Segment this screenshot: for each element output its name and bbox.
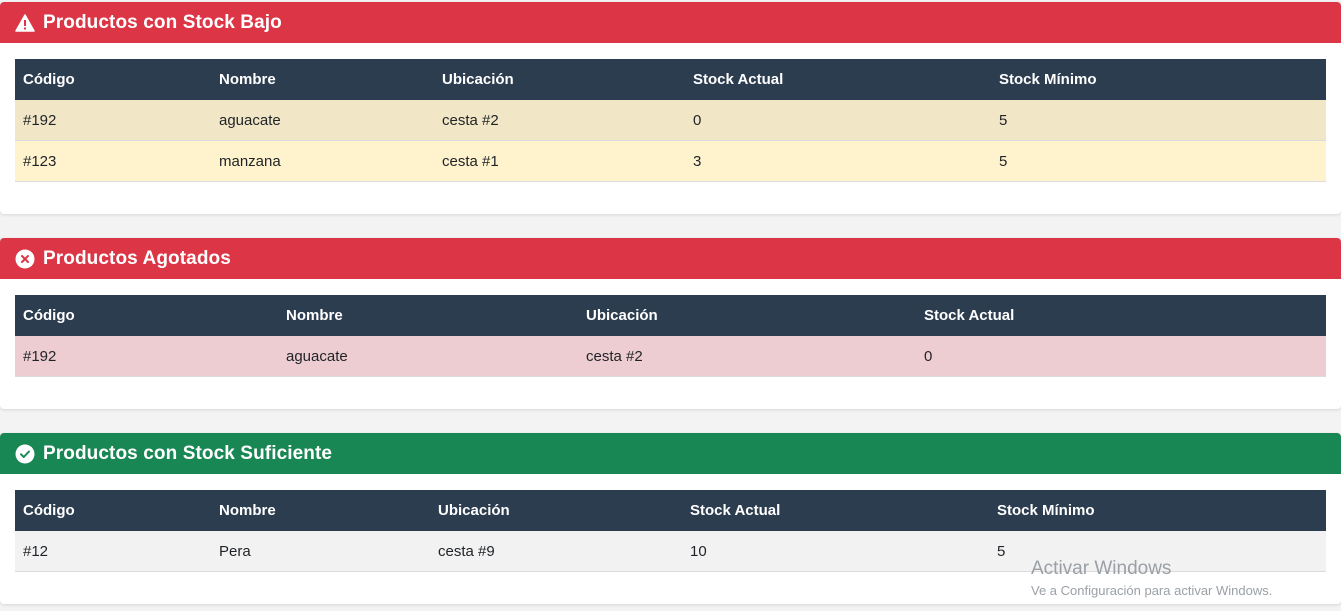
low-stock-card: Productos con Stock Bajo Código Nombre U… [0, 2, 1341, 214]
sufficient-stock-table: Código Nombre Ubicación Stock Actual Sto… [15, 490, 1326, 572]
cell-codigo: #192 [15, 100, 211, 141]
x-circle-icon [14, 248, 35, 269]
check-circle-icon [14, 443, 35, 464]
cell-stock-actual: 0 [685, 100, 991, 141]
column-header-stock-actual: Stock Actual [682, 490, 989, 531]
cell-stock-minimo: 5 [991, 100, 1326, 141]
table-header-row: Código Nombre Ubicación Stock Actual [15, 295, 1326, 336]
out-of-stock-header: Productos Agotados [0, 238, 1341, 279]
cell-codigo: #192 [15, 336, 278, 377]
table-header-row: Código Nombre Ubicación Stock Actual Sto… [15, 59, 1326, 100]
cell-stock-actual: 3 [685, 140, 991, 182]
out-of-stock-card: Productos Agotados Código Nombre Ubicaci… [0, 238, 1341, 409]
cell-codigo: #12 [15, 531, 211, 572]
cell-nombre: Pera [211, 531, 430, 572]
cell-ubicacion: cesta #2 [434, 100, 685, 141]
cell-stock-minimo: 5 [989, 531, 1326, 572]
warning-triangle-icon [14, 12, 35, 33]
table-row: #12 Pera cesta #9 10 5 [15, 531, 1326, 572]
table-row: #192 aguacate cesta #2 0 [15, 336, 1326, 377]
table-header-row: Código Nombre Ubicación Stock Actual Sto… [15, 490, 1326, 531]
cell-ubicacion: cesta #2 [578, 336, 916, 377]
out-of-stock-title: Productos Agotados [43, 247, 231, 269]
cell-nombre: aguacate [278, 336, 578, 377]
low-stock-header: Productos con Stock Bajo [0, 2, 1341, 43]
out-of-stock-table: Código Nombre Ubicación Stock Actual #19… [15, 295, 1326, 377]
cell-codigo: #123 [15, 140, 211, 182]
sufficient-stock-card: Productos con Stock Suficiente Código No… [0, 433, 1341, 604]
table-row: #123 manzana cesta #1 3 5 [15, 140, 1326, 182]
column-header-codigo: Código [15, 59, 211, 100]
low-stock-title: Productos con Stock Bajo [43, 11, 282, 33]
cell-nombre: manzana [211, 140, 434, 182]
cell-nombre: aguacate [211, 100, 434, 141]
column-header-stock-minimo: Stock Mínimo [991, 59, 1326, 100]
column-header-stock-actual: Stock Actual [916, 295, 1326, 336]
cell-ubicacion: cesta #9 [430, 531, 682, 572]
cell-ubicacion: cesta #1 [434, 140, 685, 182]
column-header-ubicacion: Ubicación [430, 490, 682, 531]
column-header-nombre: Nombre [211, 490, 430, 531]
cell-stock-minimo: 5 [991, 140, 1326, 182]
sufficient-stock-header: Productos con Stock Suficiente [0, 433, 1341, 474]
column-header-ubicacion: Ubicación [578, 295, 916, 336]
column-header-ubicacion: Ubicación [434, 59, 685, 100]
table-row: #192 aguacate cesta #2 0 5 [15, 100, 1326, 141]
column-header-codigo: Código [15, 490, 211, 531]
column-header-codigo: Código [15, 295, 278, 336]
column-header-nombre: Nombre [211, 59, 434, 100]
cell-stock-actual: 0 [916, 336, 1326, 377]
cell-stock-actual: 10 [682, 531, 989, 572]
column-header-stock-minimo: Stock Mínimo [989, 490, 1326, 531]
column-header-nombre: Nombre [278, 295, 578, 336]
low-stock-table: Código Nombre Ubicación Stock Actual Sto… [15, 59, 1326, 182]
column-header-stock-actual: Stock Actual [685, 59, 991, 100]
sufficient-stock-title: Productos con Stock Suficiente [43, 442, 333, 464]
